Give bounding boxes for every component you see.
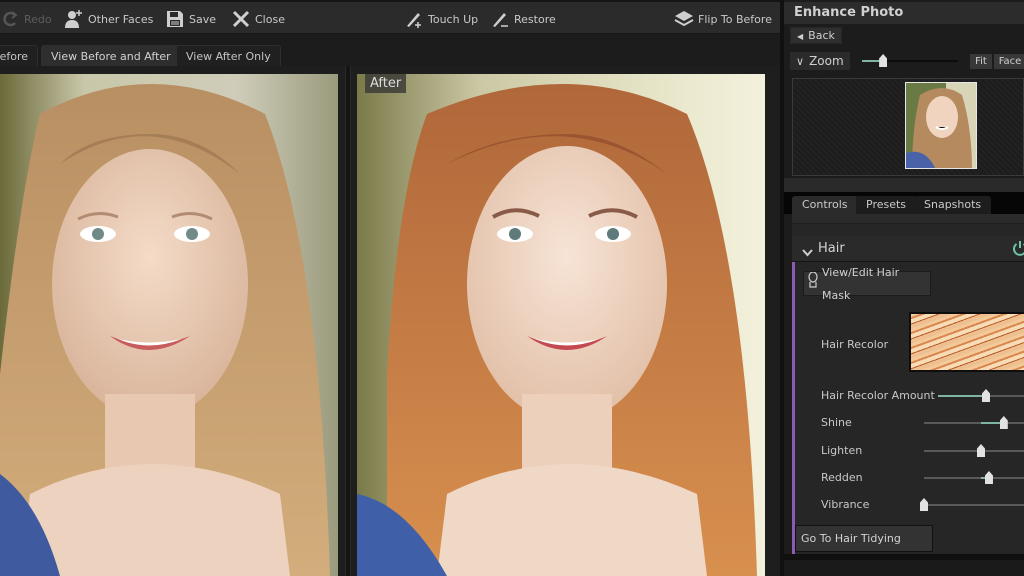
flip-to-before-label: Flip To Before: [698, 12, 772, 26]
add-face-icon: [64, 9, 84, 29]
face-button[interactable]: Face: [994, 54, 1024, 69]
after-label: After: [365, 74, 407, 93]
back-arrow-icon: ◀: [797, 32, 804, 41]
chevron-down-icon: ∨: [796, 55, 805, 68]
chevron-down-icon: [802, 242, 813, 261]
section-mouth-nose[interactable]: [792, 214, 1024, 224]
controls-pane: Hair View/Edit Hair Mask Hair Recolor Ha…: [792, 214, 1024, 554]
compare-divider[interactable]: [345, 66, 351, 576]
close-button[interactable]: Close: [231, 8, 285, 30]
tab-view-before-and-after[interactable]: View Before and After: [41, 45, 181, 66]
brush-minus-icon: [490, 9, 510, 29]
lighten-label: Lighten: [821, 444, 863, 457]
view-mode-tabs: View Before Only View Before and After V…: [0, 34, 780, 84]
app-window: Redo Other Faces Save Close Touch Up Res…: [0, 0, 1024, 576]
tab-view-after-only[interactable]: View After Only: [176, 45, 281, 66]
redden-slider[interactable]: [924, 471, 1024, 484]
after-photo[interactable]: [357, 74, 765, 576]
enhance-photo-panel: Enhance Photo ◀ Back ∨ Zoom Fit Face Con…: [780, 0, 1024, 576]
zoom-row: ∨ Zoom Fit Face: [784, 48, 1024, 74]
hair-recolor-label: Hair Recolor: [821, 338, 889, 351]
section-hair-title: Hair: [818, 241, 845, 256]
brush-plus-icon: [404, 9, 424, 29]
hair-recolor-swatch[interactable]: [909, 312, 1024, 372]
lighten-slider[interactable]: [924, 444, 1024, 457]
hair-recolor-amount-label: Hair Recolor Amount: [821, 389, 935, 402]
save-label: Save: [189, 12, 217, 26]
redo-icon: [0, 9, 20, 29]
tab-view-before-only[interactable]: View Before Only: [0, 45, 38, 84]
navigator-preview[interactable]: [792, 78, 1024, 176]
zoom-toggle[interactable]: ∨ Zoom: [790, 52, 850, 70]
toolbar: Redo Other Faces Save Close Touch Up Res…: [0, 0, 780, 34]
power-toggle-icon[interactable]: [1012, 240, 1024, 260]
tab-presets[interactable]: Presets: [856, 196, 917, 214]
other-faces-label: Other Faces: [88, 12, 154, 26]
panel-title: Enhance Photo: [784, 2, 1024, 24]
shine-slider[interactable]: [924, 416, 1024, 429]
section-active-indicator: [792, 236, 795, 554]
before-photo[interactable]: [0, 74, 338, 576]
photo-compare-area: [0, 66, 780, 576]
view-edit-hair-mask-button[interactable]: View/Edit Hair Mask: [803, 266, 931, 302]
save-button[interactable]: Save: [165, 8, 216, 30]
go-to-hair-tidying-mode-button[interactable]: Go To Hair Tidying Mode: [795, 525, 933, 552]
vibrance-slider[interactable]: [920, 498, 1024, 511]
fit-button[interactable]: Fit: [970, 54, 992, 69]
restore-label: Restore: [514, 12, 556, 26]
restore-button[interactable]: Restore: [490, 8, 556, 30]
vibrance-label: Vibrance: [821, 498, 870, 511]
touch-up-button[interactable]: Touch Up: [404, 8, 478, 30]
section-hair-header[interactable]: Hair: [792, 236, 1024, 262]
tab-controls[interactable]: Controls: [792, 196, 858, 214]
navigator-thumbnail[interactable]: [905, 82, 977, 169]
close-label: Close: [255, 12, 285, 26]
head-silhouette-icon: [808, 270, 818, 296]
controls-tabs: Controls Presets Snapshots: [784, 192, 1024, 214]
flip-to-before-button[interactable]: Flip To Before: [674, 8, 772, 30]
tab-snapshots[interactable]: Snapshots: [914, 196, 992, 214]
other-faces-button[interactable]: Other Faces: [64, 8, 153, 30]
zoom-slider[interactable]: [862, 54, 958, 67]
layers-icon: [674, 9, 694, 29]
redo-label: Redo: [24, 12, 52, 26]
save-icon: [165, 9, 185, 29]
back-button[interactable]: ◀ Back: [790, 27, 842, 44]
touch-up-label: Touch Up: [428, 12, 479, 26]
hair-recolor-amount-slider[interactable]: [938, 389, 1024, 402]
shine-label: Shine: [821, 416, 852, 429]
redo-button[interactable]: Redo: [0, 8, 52, 30]
close-icon: [231, 9, 251, 29]
redden-label: Redden: [821, 471, 863, 484]
